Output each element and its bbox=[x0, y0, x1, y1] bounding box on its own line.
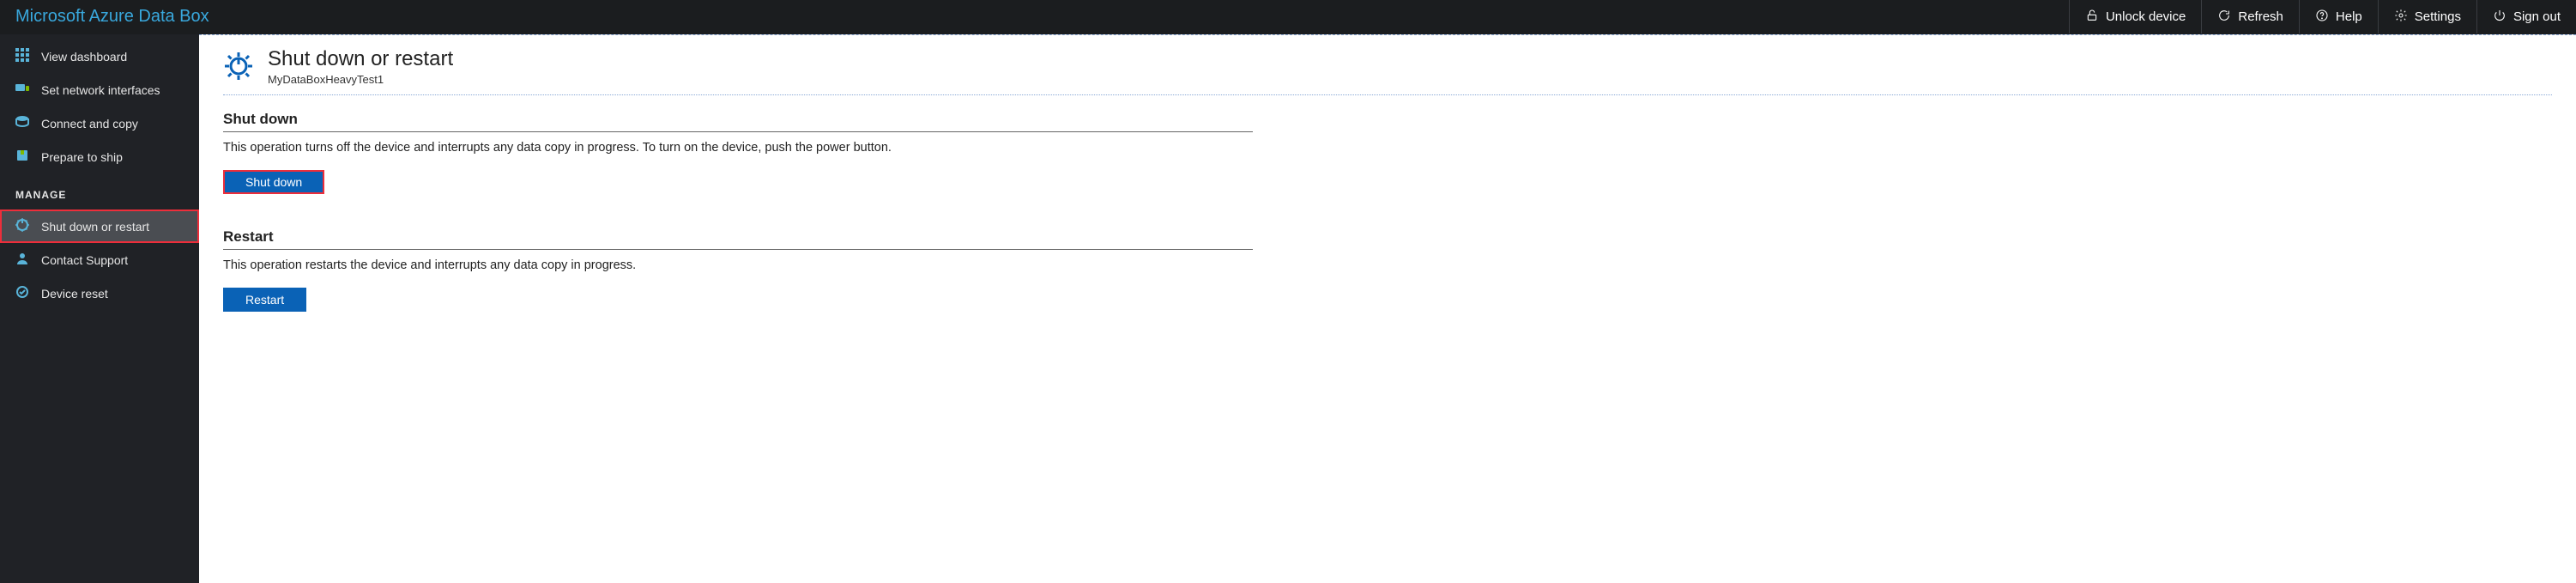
page-subtitle: MyDataBoxHeavyTest1 bbox=[268, 73, 453, 86]
unlock-label: Unlock device bbox=[2106, 9, 2186, 24]
sidebar-device-reset-label: Device reset bbox=[41, 287, 108, 301]
page-title: Shut down or restart bbox=[268, 47, 453, 71]
brand-title: Microsoft Azure Data Box bbox=[0, 0, 225, 33]
help-button[interactable]: Help bbox=[2299, 0, 2378, 33]
content-area: Shut down or restart MyDataBoxHeavyTest1… bbox=[199, 34, 2576, 583]
connect-copy-icon bbox=[15, 115, 29, 131]
restart-button[interactable]: Restart bbox=[223, 288, 306, 312]
sidebar-item-prepare-to-ship[interactable]: Prepare to ship bbox=[0, 140, 199, 173]
sidebar-manage-section-label: MANAGE bbox=[0, 173, 199, 210]
unlock-icon bbox=[2085, 9, 2099, 26]
support-person-icon bbox=[15, 252, 29, 268]
sidebar-prepare-ship-label: Prepare to ship bbox=[41, 150, 123, 164]
help-icon bbox=[2315, 9, 2329, 26]
top-header-bar: Microsoft Azure Data Box Unlock device R… bbox=[0, 0, 2576, 34]
main-layout: View dashboard Set network interfaces Co… bbox=[0, 34, 2576, 583]
dashboard-icon bbox=[15, 48, 29, 64]
sidebar-item-connect-copy[interactable]: Connect and copy bbox=[0, 106, 199, 140]
restart-section: Restart This operation restarts the devi… bbox=[223, 228, 1253, 312]
page-gear-power-icon bbox=[223, 47, 254, 84]
device-reset-icon bbox=[15, 285, 29, 301]
refresh-label: Refresh bbox=[2238, 9, 2283, 24]
help-label: Help bbox=[2336, 9, 2362, 24]
sidebar-item-view-dashboard[interactable]: View dashboard bbox=[0, 39, 199, 73]
topbar-spacer bbox=[225, 0, 2069, 33]
restart-section-desc: This operation restarts the device and i… bbox=[223, 257, 1253, 276]
power-icon bbox=[2493, 9, 2506, 26]
settings-label: Settings bbox=[2415, 9, 2461, 24]
sidebar-shutdown-restart-label: Shut down or restart bbox=[41, 220, 149, 234]
sidebar-item-contact-support[interactable]: Contact Support bbox=[0, 243, 199, 276]
shutdown-section-title: Shut down bbox=[223, 111, 1253, 132]
signout-label: Sign out bbox=[2513, 9, 2561, 24]
page-header-text: Shut down or restart MyDataBoxHeavyTest1 bbox=[268, 47, 453, 86]
sidebar-nav: View dashboard Set network interfaces Co… bbox=[0, 34, 199, 583]
sidebar-view-dashboard-label: View dashboard bbox=[41, 50, 127, 64]
network-icon bbox=[15, 82, 29, 98]
topbar-actions: Unlock device Refresh Help Settings Sign bbox=[2069, 0, 2576, 33]
sidebar-item-set-network[interactable]: Set network interfaces bbox=[0, 73, 199, 106]
sidebar-item-device-reset[interactable]: Device reset bbox=[0, 276, 199, 310]
shutdown-section-desc: This operation turns off the device and … bbox=[223, 139, 1253, 158]
refresh-button[interactable]: Refresh bbox=[2201, 0, 2299, 33]
gear-icon bbox=[2394, 9, 2408, 26]
shutdown-section: Shut down This operation turns off the d… bbox=[223, 111, 1253, 194]
sidebar-item-shutdown-restart[interactable]: Shut down or restart bbox=[0, 210, 199, 243]
sidebar-contact-support-label: Contact Support bbox=[41, 253, 128, 267]
sidebar-set-network-label: Set network interfaces bbox=[41, 83, 160, 97]
unlock-device-button[interactable]: Unlock device bbox=[2069, 0, 2201, 33]
shutdown-button[interactable]: Shut down bbox=[223, 170, 324, 194]
page-header: Shut down or restart MyDataBoxHeavyTest1 bbox=[223, 47, 2552, 95]
prepare-ship-icon bbox=[15, 149, 29, 165]
signout-button[interactable]: Sign out bbox=[2476, 0, 2576, 33]
settings-button[interactable]: Settings bbox=[2378, 0, 2476, 33]
restart-section-title: Restart bbox=[223, 228, 1253, 250]
sidebar-connect-copy-label: Connect and copy bbox=[41, 117, 138, 131]
refresh-icon bbox=[2217, 9, 2231, 26]
gear-power-icon bbox=[15, 218, 29, 234]
